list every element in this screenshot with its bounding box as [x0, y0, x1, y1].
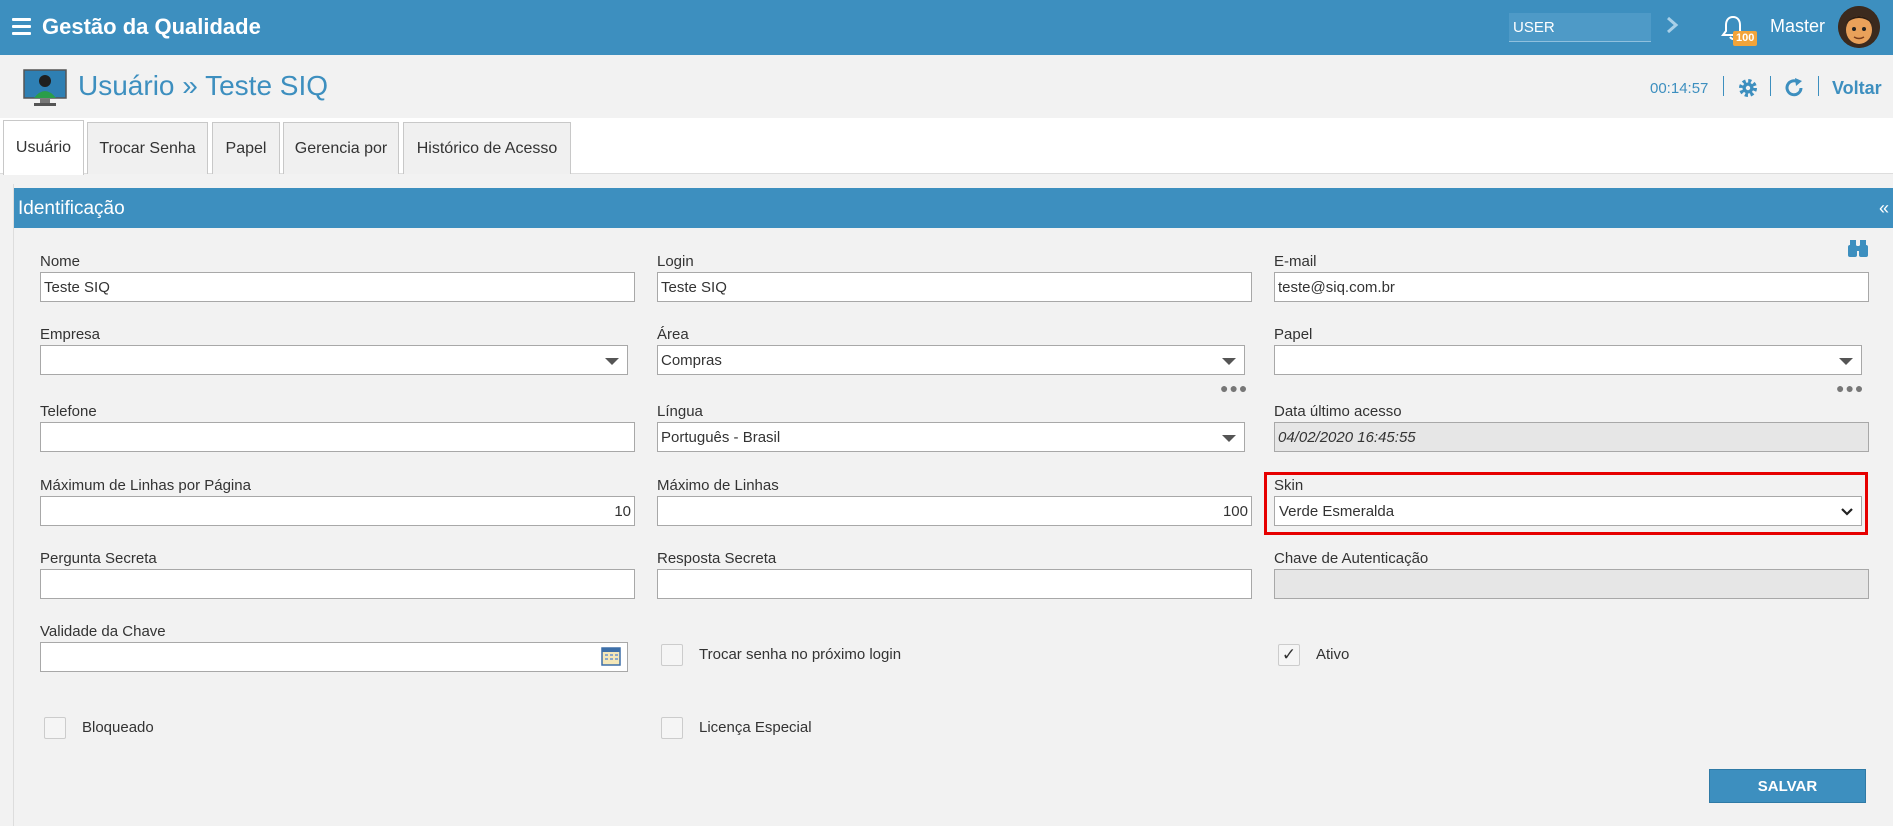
lingua-label: Língua [657, 403, 703, 420]
lingua-value: Português - Brasil [661, 429, 781, 446]
papel-label: Papel [1274, 326, 1313, 343]
refresh-icon[interactable] [1783, 77, 1805, 99]
ativo-label: Ativo [1316, 646, 1350, 663]
bloqueado-checkbox[interactable] [44, 717, 66, 739]
data-ultimo-acesso-label: Data último acesso [1274, 403, 1402, 420]
app-title: Gestão da Qualidade [42, 14, 261, 39]
check-icon: ✓ [1281, 645, 1297, 664]
section-header: Identificação « [14, 188, 1893, 228]
tab-gerencia-por[interactable]: Gerencia por [283, 122, 399, 174]
max-linhas-label: Máximo de Linhas [657, 477, 779, 494]
skin-select[interactable]: Verde Esmeralda [1274, 496, 1862, 526]
divider [1770, 76, 1771, 96]
chave-autenticacao-label: Chave de Autenticação [1274, 550, 1429, 567]
user-monitor-icon [23, 69, 67, 106]
more-icon[interactable]: ●●● [1836, 381, 1864, 395]
ativo-checkbox[interactable]: ✓ [1278, 644, 1300, 666]
user-search-input[interactable] [1509, 13, 1651, 42]
chave-autenticacao-field [1274, 569, 1869, 599]
email-label: E-mail [1274, 253, 1317, 270]
login-label: Login [657, 253, 694, 270]
notification-badge: 100 [1733, 31, 1758, 46]
papel-select[interactable] [1274, 345, 1862, 375]
nome-field[interactable] [40, 272, 635, 302]
telefone-field[interactable] [40, 422, 635, 452]
divider [1723, 76, 1724, 96]
telefone-label: Telefone [40, 403, 97, 420]
max-linhas-pagina-label: Máximum de Linhas por Página [40, 477, 251, 494]
resposta-secreta-label: Resposta Secreta [657, 550, 777, 567]
tab-trocar-senha[interactable]: Trocar Senha [87, 122, 208, 174]
menu-icon[interactable] [12, 18, 31, 35]
email-field[interactable] [1274, 272, 1869, 302]
licenca-especial-checkbox[interactable] [661, 717, 683, 739]
more-icon[interactable]: ●●● [1220, 381, 1248, 395]
empresa-select[interactable] [40, 345, 628, 375]
caret-down-icon [1839, 358, 1853, 365]
trocar-senha-label: Trocar senha no próximo login [699, 646, 902, 663]
back-link[interactable]: Voltar [1832, 78, 1882, 99]
lingua-select[interactable]: Português - Brasil [657, 422, 1245, 452]
login-field[interactable] [657, 272, 1252, 302]
save-button[interactable]: SALVAR [1709, 769, 1866, 803]
caret-down-icon [605, 358, 619, 365]
binoculars-icon[interactable] [1847, 238, 1869, 258]
trocar-senha-checkbox[interactable] [661, 644, 683, 666]
caret-down-icon [1222, 358, 1236, 365]
validade-chave-label: Validade da Chave [40, 623, 166, 640]
max-linhas-pagina-field[interactable] [40, 496, 635, 526]
area-value: Compras [661, 352, 722, 369]
data-ultimo-acesso-field [1274, 422, 1869, 452]
pergunta-secreta-field[interactable] [40, 569, 635, 599]
pergunta-secreta-label: Pergunta Secreta [40, 550, 157, 567]
page-title: Usuário » Teste SIQ [78, 70, 329, 101]
calendar-icon[interactable] [601, 646, 621, 666]
validade-chave-field[interactable] [40, 642, 628, 672]
chevron-down-icon [1841, 508, 1853, 516]
max-linhas-field[interactable] [657, 496, 1252, 526]
tab-papel[interactable]: Papel [212, 122, 280, 174]
chevron-right-icon[interactable] [1664, 14, 1680, 36]
skin-label: Skin [1274, 477, 1304, 494]
user-name[interactable]: Master [1770, 16, 1825, 37]
collapse-icon[interactable]: « [1879, 198, 1889, 219]
caret-down-icon [1222, 435, 1236, 442]
avatar[interactable] [1838, 6, 1880, 48]
divider [1818, 76, 1819, 96]
area-select[interactable]: Compras [657, 345, 1245, 375]
session-timer: 00:14:57 [1650, 80, 1709, 97]
section-title: Identificação [18, 198, 125, 219]
resposta-secreta-field[interactable] [657, 569, 1252, 599]
area-label: Área [657, 326, 689, 343]
gear-icon[interactable] [1737, 77, 1759, 99]
skin-value: Verde Esmeralda [1279, 503, 1395, 520]
nome-label: Nome [40, 253, 81, 270]
bloqueado-label: Bloqueado [82, 719, 154, 736]
licenca-especial-label: Licença Especial [699, 719, 812, 736]
tab-historico-acesso[interactable]: Histórico de Acesso [403, 122, 571, 174]
tab-usuario[interactable]: Usuário [3, 120, 84, 175]
empresa-label: Empresa [40, 326, 101, 343]
